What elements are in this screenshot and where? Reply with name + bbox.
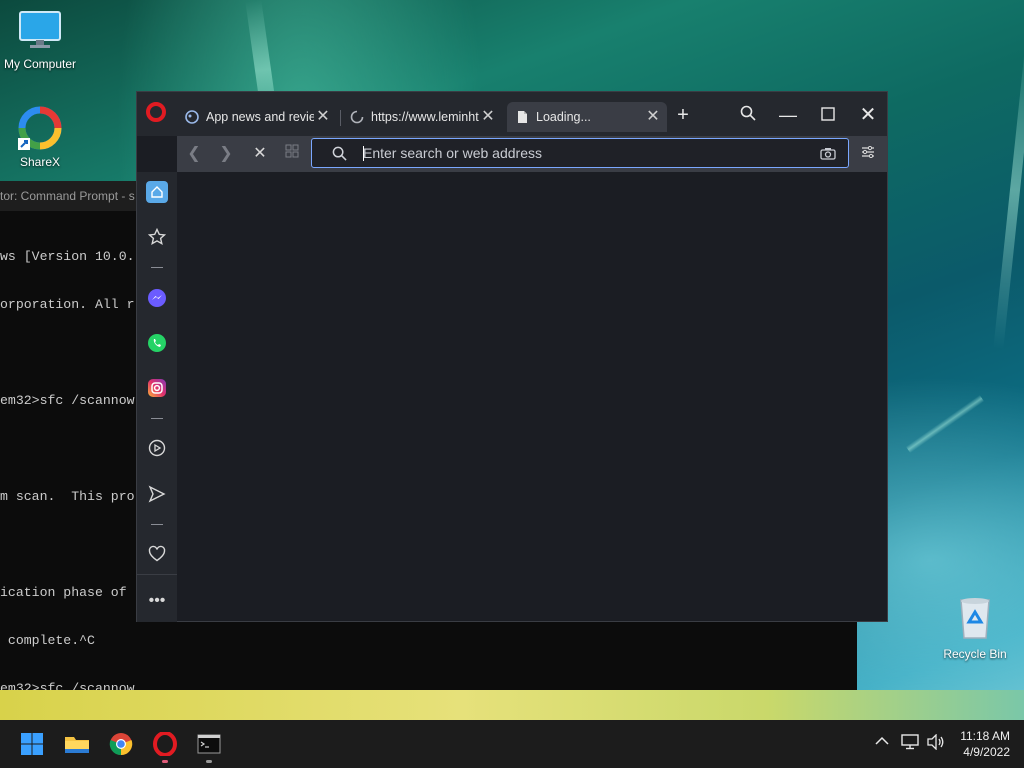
- easy-setup-icon[interactable]: [857, 143, 879, 165]
- windows-icon: [21, 733, 43, 755]
- opera-browser-window[interactable]: App news and review ✕ https://www.leminh…: [136, 91, 888, 622]
- file-explorer-button[interactable]: [63, 730, 91, 758]
- chrome-icon: [109, 733, 133, 756]
- volume-icon[interactable]: [927, 733, 945, 753]
- heart-icon[interactable]: [146, 543, 168, 565]
- navigation-toolbar: ❮ ❯ ✕ Enter search or web address: [177, 136, 887, 172]
- folder-icon: [65, 737, 89, 753]
- running-indicator: [206, 760, 212, 763]
- search-tabs-icon[interactable]: [733, 100, 763, 130]
- wallpaper-streak: [993, 30, 1024, 350]
- tab-title: Loading...: [536, 110, 591, 124]
- terminal-icon: [197, 734, 221, 754]
- chrome-button[interactable]: [107, 730, 135, 758]
- desktop-icon-my-computer[interactable]: My Computer: [0, 10, 80, 71]
- minimize-icon[interactable]: —: [773, 100, 803, 130]
- page-icon: [518, 111, 527, 123]
- opera-icon: [153, 732, 177, 756]
- loading-spinner-icon: [350, 110, 364, 124]
- clock-date: 4/9/2022: [963, 745, 1010, 759]
- sidebar-divider: [151, 267, 163, 268]
- close-window-icon[interactable]: ✕: [853, 100, 883, 130]
- wallpaper-streak: [905, 394, 985, 454]
- tab-separator: [340, 110, 341, 126]
- recycle-bin-icon: [960, 598, 990, 639]
- home-icon[interactable]: [146, 181, 168, 203]
- console-line: complete.^C: [0, 633, 95, 648]
- tab-loading[interactable]: Loading... ✕: [507, 102, 667, 132]
- tab-close-icon[interactable]: ✕: [315, 102, 331, 132]
- system-clock[interactable]: 11:18 AM 4/9/2022: [960, 728, 1010, 760]
- send-icon[interactable]: [146, 483, 168, 505]
- camera-snapshot-icon[interactable]: [820, 147, 836, 160]
- clock-time: 11:18 AM: [960, 729, 1010, 743]
- opera-menu-icon[interactable]: [146, 102, 166, 122]
- terminal-button[interactable]: [195, 730, 223, 758]
- sidebar-divider: [137, 574, 177, 575]
- back-icon[interactable]: ❮: [183, 143, 205, 165]
- sharex-icon: [18, 106, 62, 150]
- page-content-area[interactable]: [177, 172, 887, 621]
- forward-icon[interactable]: ❯: [215, 143, 237, 165]
- tab-close-icon[interactable]: ✕: [480, 102, 496, 132]
- opera-taskbar-button[interactable]: [151, 730, 179, 758]
- bookmarks-icon[interactable]: [146, 226, 168, 248]
- player-icon[interactable]: [146, 437, 168, 459]
- desktop-icon-recycle-bin[interactable]: Recycle Bin: [935, 596, 1015, 661]
- address-bar[interactable]: Enter search or web address: [311, 138, 849, 168]
- whatsapp-icon[interactable]: [146, 332, 168, 354]
- sidebar-divider: [151, 418, 163, 419]
- search-icon: [332, 146, 347, 161]
- opera-sidebar: •••: [137, 172, 177, 622]
- maximize-icon[interactable]: [813, 100, 843, 130]
- start-button[interactable]: [18, 730, 46, 758]
- desktop-icon-label: My Computer: [3, 57, 77, 71]
- desktop-icon-label: Recycle Bin: [943, 647, 1007, 661]
- desktop-icon-sharex[interactable]: ShareX: [0, 104, 80, 169]
- tab-leminhtu[interactable]: https://www.leminhtu ✕: [342, 102, 502, 132]
- tab-app-news[interactable]: App news and review ✕: [177, 102, 337, 132]
- network-icon[interactable]: [901, 734, 919, 753]
- tab-bar: App news and review ✕ https://www.leminh…: [137, 92, 887, 136]
- taskbar: 11:18 AM 4/9/2022: [0, 720, 1024, 768]
- tab-close-icon[interactable]: ✕: [645, 102, 661, 132]
- desktop-icon-label: ShareX: [19, 155, 61, 169]
- tab-title: https://www.leminhtu: [371, 110, 479, 124]
- more-icon[interactable]: •••: [146, 590, 168, 612]
- text-caret: [363, 146, 364, 161]
- sidebar-divider: [151, 524, 163, 525]
- instagram-icon[interactable]: [146, 377, 168, 399]
- show-hidden-icons-chevron-icon[interactable]: [875, 733, 889, 749]
- address-placeholder: Enter search or web address: [363, 145, 542, 161]
- stop-loading-icon[interactable]: ✕: [249, 143, 271, 165]
- tab-title: App news and review: [206, 110, 314, 124]
- new-tab-plus-icon[interactable]: +: [668, 100, 698, 130]
- monitor-icon: [19, 11, 61, 48]
- wallpaper-band: [0, 690, 1024, 720]
- speed-dial-icon[interactable]: [281, 143, 303, 165]
- messenger-icon[interactable]: [146, 287, 168, 309]
- running-indicator: [162, 760, 168, 763]
- puzzle-icon: [185, 110, 199, 124]
